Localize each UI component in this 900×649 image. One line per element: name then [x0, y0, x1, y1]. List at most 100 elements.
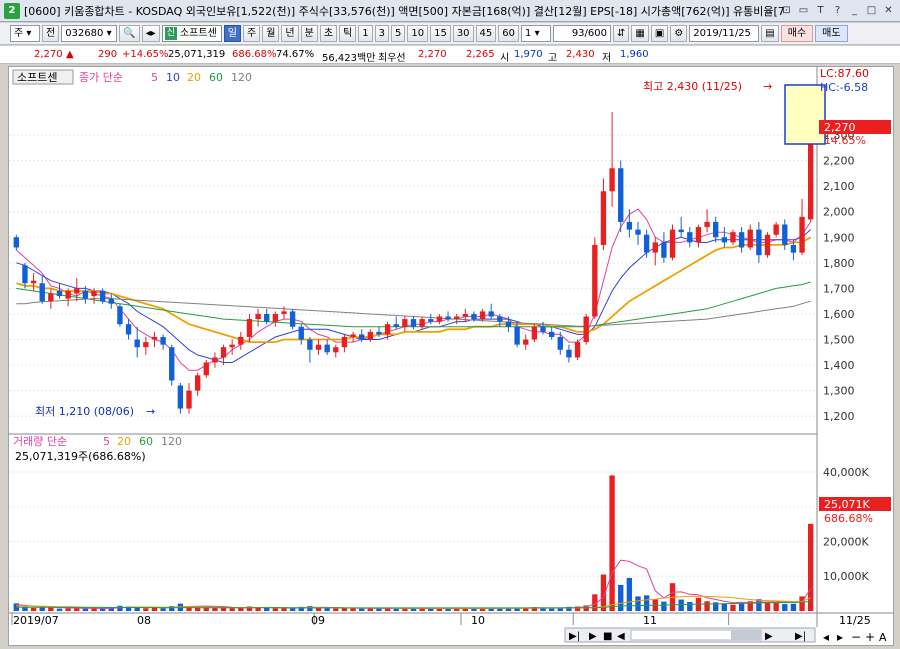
interval-10-button[interactable]: 10: [407, 25, 429, 42]
period-second-button[interactable]: 초: [319, 25, 338, 42]
text-icon[interactable]: T: [813, 3, 828, 18]
best-bid: 2,265: [466, 49, 495, 60]
interval-15-button[interactable]: 15: [430, 25, 451, 42]
scroll-first-icon[interactable]: ▶|: [569, 631, 580, 642]
volume-bar: [635, 596, 641, 611]
period-minute-button[interactable]: 분: [300, 25, 318, 42]
chart-tool-icon[interactable]: ⇵: [613, 25, 630, 42]
scroll-thumb[interactable]: [731, 630, 761, 640]
volume-bar: [618, 584, 624, 611]
candle-body: [609, 168, 615, 192]
layout-icon[interactable]: ▭: [796, 3, 811, 18]
settings-icon[interactable]: ⚙: [670, 25, 688, 42]
candle-body: [359, 334, 365, 340]
minimize-icon[interactable]: _: [847, 3, 862, 18]
volume-legend-ma20: 20: [117, 435, 131, 448]
volume-bar: [220, 607, 227, 611]
candle-body: [39, 283, 45, 302]
interval-3-button[interactable]: 3: [374, 25, 389, 42]
scroll-end-icon[interactable]: ▶|: [795, 631, 806, 642]
volume-bar: [324, 608, 330, 611]
interval-45-button[interactable]: 45: [475, 25, 497, 42]
price-tick-label: 1,600: [823, 308, 855, 321]
candle-body: [22, 265, 28, 284]
step-select[interactable]: 1 ▾: [521, 25, 552, 42]
chart-type-select[interactable]: 주 ▾: [10, 25, 40, 42]
chart-area[interactable]: 소프트센 종가 단순 5 10 20 60 120 1,200 1,300 1,40…: [8, 66, 894, 646]
scroll-right-icon[interactable]: ▸: [837, 630, 843, 644]
date-input[interactable]: 2019/11/25: [689, 25, 760, 42]
period-month-button[interactable]: 월: [262, 25, 280, 42]
data-count-input[interactable]: 93/600: [553, 25, 612, 42]
search-icon[interactable]: 🔍: [119, 25, 140, 42]
volume-bar: [609, 475, 615, 611]
price-legend-ma60: 60: [209, 71, 223, 84]
price-change-pct: +14.65%: [122, 49, 169, 60]
volume-legend-prefix: 거래량 단순: [13, 435, 67, 448]
sound-icon[interactable]: ◂▸: [141, 25, 160, 42]
candle-body: [523, 339, 529, 345]
candle-body: [367, 331, 374, 340]
sell-button[interactable]: 매도: [815, 25, 848, 42]
candle-body: [747, 229, 753, 248]
volume-value-label: 25,071,319주(686.68%): [15, 450, 146, 463]
candle-body: [315, 344, 322, 350]
zoom-in-icon[interactable]: +: [865, 630, 875, 644]
scroll-play-icon[interactable]: ▶: [589, 631, 597, 642]
candle-body: [82, 290, 89, 299]
candle-body: [350, 334, 356, 337]
candle-body: [376, 331, 382, 335]
scroll-left-icon[interactable]: ◂: [823, 630, 829, 644]
help-icon[interactable]: ?: [830, 3, 845, 18]
candle-body: [134, 339, 140, 348]
high-annotation: 최고 2,430 (11/25): [643, 80, 742, 93]
chart-svg[interactable]: 소프트센 종가 단순 5 10 20 60 120 1,200 1,300 1,40…: [9, 67, 893, 645]
scroll-stop-icon[interactable]: ■: [603, 631, 612, 642]
period-week-button[interactable]: 주: [243, 25, 261, 42]
buy-button[interactable]: 매수: [780, 25, 814, 42]
candle-body: [583, 316, 589, 343]
candle-body: [298, 326, 304, 340]
window-title: [0600] 키움종합차트 - KOSDAQ 외국인보유[1,522(천)] 주…: [24, 4, 785, 18]
candle-body: [402, 319, 408, 327]
close-icon[interactable]: ✕: [881, 3, 896, 18]
price-tick-label: 1,300: [823, 385, 855, 398]
candle-body: [220, 347, 227, 358]
period-year-button[interactable]: 년: [281, 25, 299, 42]
scroll-next-icon[interactable]: ▶: [765, 631, 773, 642]
highlight-box[interactable]: [784, 84, 826, 145]
candle-body: [548, 331, 555, 337]
scroll-prev-icon[interactable]: ◀: [617, 631, 625, 642]
current-volume-pct-label: 686.68%: [824, 512, 873, 525]
current-price: 2,270: [34, 49, 63, 60]
candle-body: [151, 336, 158, 340]
interval-5-button[interactable]: 5: [390, 25, 406, 42]
grid-icon[interactable]: ▦: [631, 25, 649, 42]
stock-name-field[interactable]: 신 소프트센: [161, 25, 222, 42]
save-icon[interactable]: ▣: [650, 25, 669, 42]
volume-bar: [764, 603, 771, 611]
candle-body: [30, 280, 37, 284]
jeon-button[interactable]: 전: [42, 25, 60, 42]
calendar-icon[interactable]: ▤: [761, 25, 779, 42]
link-icon[interactable]: ⊡: [779, 3, 794, 18]
candle-body: [790, 244, 797, 253]
interval-60-button[interactable]: 60: [498, 25, 520, 42]
volume-bar: [402, 608, 408, 611]
candle-body: [471, 313, 477, 320]
interval-1-button[interactable]: 1: [358, 25, 373, 42]
date-value: 2019/11/25: [693, 28, 751, 39]
candle-body: [445, 316, 451, 320]
volume-bar: [548, 608, 555, 611]
maximize-icon[interactable]: □: [864, 3, 879, 18]
auto-fit-icon[interactable]: A: [879, 631, 887, 644]
candle-body: [436, 316, 443, 322]
zoom-out-icon[interactable]: −: [851, 630, 861, 644]
candle-body: [212, 357, 218, 363]
stock-code-input[interactable]: 032680 ▾: [61, 25, 118, 42]
hc-label: HC:-6.58: [820, 81, 868, 94]
interval-30-button[interactable]: 30: [452, 25, 474, 42]
period-day-button[interactable]: 일: [223, 25, 241, 42]
volume-bar: [30, 607, 37, 611]
period-tick-button[interactable]: 틱: [339, 25, 357, 42]
